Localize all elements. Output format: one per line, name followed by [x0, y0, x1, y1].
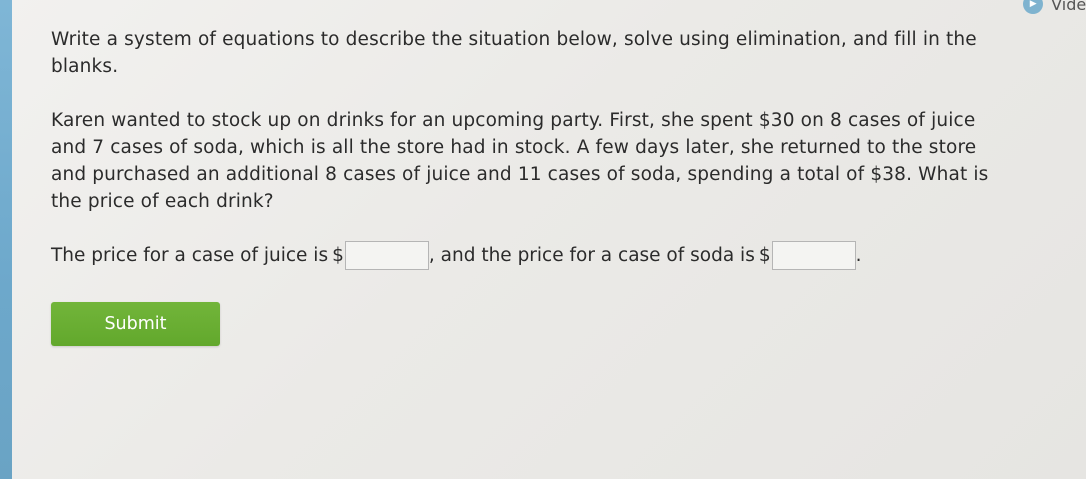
video-link[interactable]: ▶ Video	[1023, 0, 1086, 16]
problem-text: Karen wanted to stock up on drinks for a…	[51, 110, 989, 212]
question-panel: Write a system of equations to describe …	[51, 26, 1011, 270]
soda-dollar-sign: $	[758, 245, 771, 266]
juice-price-input[interactable]	[344, 241, 429, 270]
video-label: Video	[1051, 0, 1086, 14]
left-accent-bar	[0, 0, 12, 479]
soda-prefix-text: , and the price for a case of soda is	[428, 245, 755, 266]
juice-dollar-sign: $	[332, 245, 344, 266]
answer-suffix: .	[855, 245, 862, 266]
instructions-text: Write a system of equations to describe …	[51, 29, 977, 77]
submit-button[interactable]: Submit	[51, 302, 220, 346]
juice-prefix-text: The price for a case of juice is	[51, 245, 329, 266]
play-icon: ▶	[1023, 0, 1044, 14]
soda-price-input[interactable]	[771, 241, 856, 270]
answer-line: The price for a case of juice is $ , and…	[51, 241, 1011, 270]
